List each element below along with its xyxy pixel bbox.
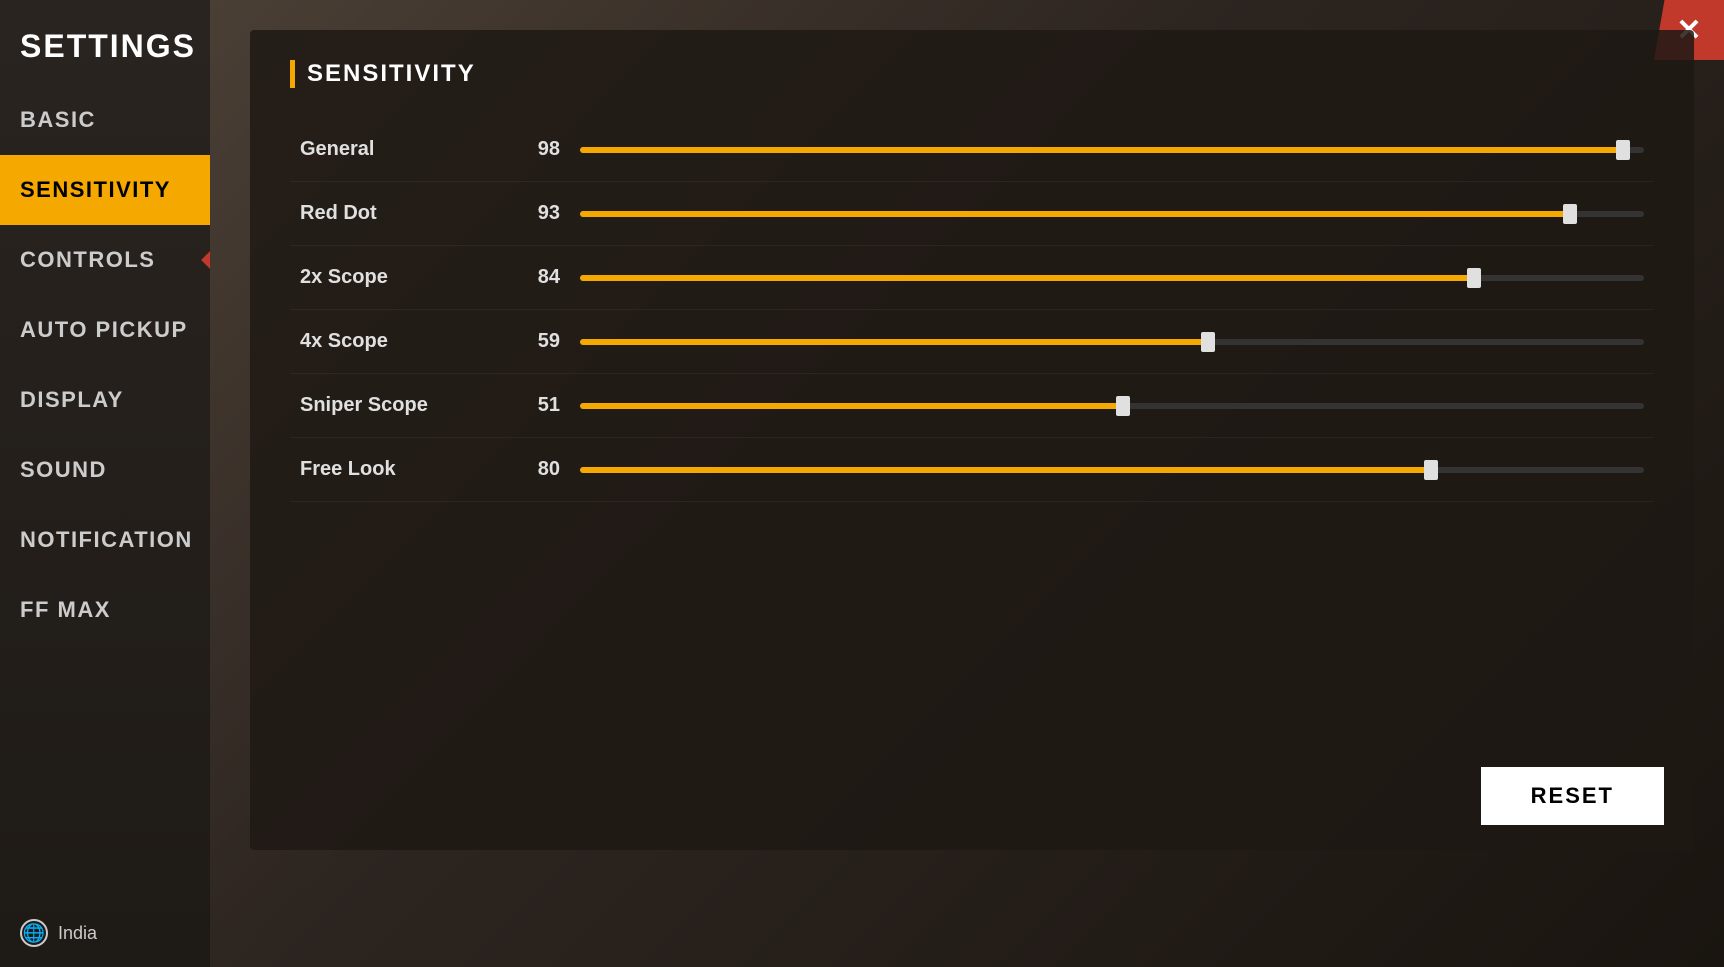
section-title: SENSITIVITY	[290, 60, 1654, 88]
slider-row-2x-scope: 2x Scope 84	[290, 246, 1654, 310]
slider-value-2: 84	[500, 266, 560, 289]
slider-thumb-4[interactable]	[1116, 396, 1130, 416]
slider-thumb-3[interactable]	[1201, 332, 1215, 352]
sidebar-footer: 🌐 India	[0, 899, 210, 967]
sidebar-item-auto-pickup[interactable]: AUTO PICKUP	[0, 295, 210, 365]
sidebar-item-basic[interactable]: BASIC	[0, 85, 210, 155]
slider-row-4x-scope: 4x Scope 59	[290, 310, 1654, 374]
settings-panel: SENSITIVITY General 98 Red Dot 93 2x Sco…	[250, 30, 1694, 850]
sidebar-item-sound[interactable]: SOUND	[0, 435, 210, 505]
slider-thumb-1[interactable]	[1563, 204, 1577, 224]
sidebar-item-sensitivity[interactable]: SENSITIVITY	[0, 155, 210, 225]
sidebar-item-display[interactable]: DISPLAY	[0, 365, 210, 435]
slider-label-1: Red Dot	[300, 202, 500, 225]
slider-track-3[interactable]	[580, 336, 1644, 348]
slider-track-5[interactable]	[580, 464, 1644, 476]
sidebar: SETTINGS BASICSENSITIVITYCONTROLSAUTO PI…	[0, 0, 210, 967]
sidebar-item-notification[interactable]: NOTIFICATION	[0, 505, 210, 575]
slider-value-5: 80	[500, 458, 560, 481]
sliders-container: General 98 Red Dot 93 2x Scope 84	[290, 118, 1654, 502]
slider-fill-3	[580, 339, 1208, 345]
slider-track-4[interactable]	[580, 400, 1644, 412]
slider-fill-5	[580, 467, 1431, 473]
slider-fill-0	[580, 147, 1623, 153]
reset-button[interactable]: RESET	[1481, 767, 1664, 825]
slider-track-2[interactable]	[580, 272, 1644, 284]
app-title: SETTINGS	[0, 0, 210, 85]
slider-label-0: General	[300, 138, 500, 161]
slider-fill-2	[580, 275, 1474, 281]
slider-value-3: 59	[500, 330, 560, 353]
slider-value-4: 51	[500, 394, 560, 417]
main-content: ✕ SENSITIVITY General 98 Red Dot 93 2	[210, 0, 1724, 967]
slider-thumb-5[interactable]	[1424, 460, 1438, 480]
slider-thumb-2[interactable]	[1467, 268, 1481, 288]
slider-row-sniper-scope: Sniper Scope 51	[290, 374, 1654, 438]
slider-fill-1	[580, 211, 1570, 217]
slider-value-0: 98	[500, 138, 560, 161]
slider-row-red-dot: Red Dot 93	[290, 182, 1654, 246]
region-label: India	[58, 923, 97, 944]
slider-row-free-look: Free Look 80	[290, 438, 1654, 502]
sidebar-item-controls[interactable]: CONTROLS	[0, 225, 210, 295]
section-bar-accent	[290, 60, 295, 88]
slider-row-general: General 98	[290, 118, 1654, 182]
section-title-text: SENSITIVITY	[307, 60, 476, 88]
slider-label-2: 2x Scope	[300, 266, 500, 289]
slider-thumb-0[interactable]	[1616, 140, 1630, 160]
sidebar-nav: BASICSENSITIVITYCONTROLSAUTO PICKUPDISPL…	[0, 85, 210, 899]
slider-label-4: Sniper Scope	[300, 394, 500, 417]
slider-fill-4	[580, 403, 1123, 409]
slider-label-3: 4x Scope	[300, 330, 500, 353]
globe-icon: 🌐	[20, 919, 48, 947]
slider-value-1: 93	[500, 202, 560, 225]
slider-track-0[interactable]	[580, 144, 1644, 156]
sidebar-item-ff-max[interactable]: FF MAX	[0, 575, 210, 645]
slider-track-1[interactable]	[580, 208, 1644, 220]
slider-label-5: Free Look	[300, 458, 500, 481]
